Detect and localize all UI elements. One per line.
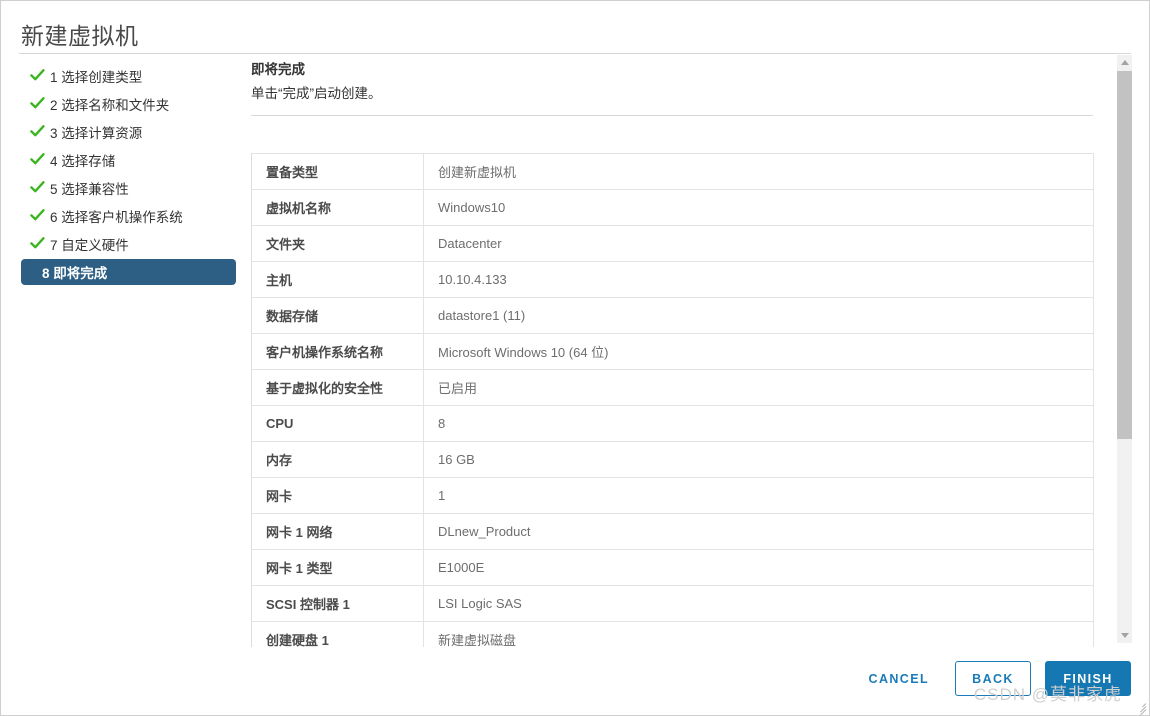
sidebar-step-label: 1 选择创建类型 (50, 69, 143, 85)
row-key: 虚拟机名称 (251, 189, 424, 226)
wizard-step-list: 1 选择创建类型 2 选择名称和文件夹 3 选择计算资源 4 选择存储 5 选择 (21, 63, 236, 288)
check-icon (29, 235, 46, 252)
sidebar-step-label: 5 选择兼容性 (50, 181, 129, 197)
sidebar-step-label: 7 自定义硬件 (50, 237, 129, 253)
table-row: 网卡 1 网络 DLnew_Product (251, 513, 1094, 550)
table-row: 创建硬盘 1 新建虚拟磁盘 (251, 621, 1094, 647)
row-key: 基于虚拟化的安全性 (251, 369, 424, 406)
summary-table-body: 置备类型 创建新虚拟机 虚拟机名称 Windows10 文件夹 Datacent… (251, 153, 1094, 647)
table-row: 基于虚拟化的安全性 已启用 (251, 369, 1094, 406)
pane-divider (251, 115, 1093, 116)
cancel-button[interactable]: CANCEL (857, 661, 941, 696)
table-row: 置备类型 创建新虚拟机 (251, 153, 1094, 190)
sidebar-step-5[interactable]: 5 选择兼容性 (21, 175, 236, 200)
row-key: 网卡 1 类型 (251, 549, 424, 586)
check-icon (29, 179, 46, 196)
row-value: DLnew_Product (423, 513, 1094, 550)
sidebar-step-3[interactable]: 3 选择计算资源 (21, 119, 236, 144)
pane-title: 即将完成 (251, 62, 305, 77)
table-row: CPU 8 (251, 405, 1094, 442)
row-value: 已启用 (423, 369, 1094, 406)
sidebar-step-label: 3 选择计算资源 (50, 125, 143, 141)
row-value: 8 (423, 405, 1094, 442)
row-key: 客户机操作系统名称 (251, 333, 424, 370)
table-row: 内存 16 GB (251, 441, 1094, 478)
table-row: 数据存储 datastore1 (11) (251, 297, 1094, 334)
row-key: 内存 (251, 441, 424, 478)
table-row: 网卡 1 (251, 477, 1094, 514)
table-row: SCSI 控制器 1 LSI Logic SAS (251, 585, 1094, 622)
resize-grip-icon[interactable] (1133, 699, 1147, 715)
table-row: 主机 10.10.4.133 (251, 261, 1094, 298)
check-icon (29, 151, 46, 168)
sidebar-step-label: 6 选择客户机操作系统 (50, 209, 183, 225)
summary-table-scroll-area: 置备类型 创建新虚拟机 虚拟机名称 Windows10 文件夹 Datacent… (251, 153, 1094, 647)
new-virtual-machine-wizard: 新建虚拟机 1 选择创建类型 2 选择名称和文件夹 3 选择计算资源 4 选择存… (0, 0, 1150, 716)
footer-button-group: CANCEL BACK FINISH (857, 661, 1131, 696)
wizard-footer: CANCEL BACK FINISH (1, 649, 1149, 715)
pane-header: 即将完成 单击“完成”启动创建。 (251, 61, 1093, 116)
page-title: 新建虚拟机 (21, 23, 139, 49)
row-value: 新建虚拟磁盘 (423, 621, 1094, 647)
row-value: 创建新虚拟机 (423, 153, 1094, 190)
row-key: 主机 (251, 261, 424, 298)
vertical-scrollbar[interactable] (1117, 55, 1132, 643)
row-value: Windows10 (423, 189, 1094, 226)
row-key: 文件夹 (251, 225, 424, 262)
check-icon (29, 95, 46, 112)
table-row: 客户机操作系统名称 Microsoft Windows 10 (64 位) (251, 333, 1094, 370)
sidebar-step-4[interactable]: 4 选择存储 (21, 147, 236, 172)
sidebar-step-label: 8 即将完成 (42, 266, 108, 281)
back-button[interactable]: BACK (955, 661, 1031, 696)
sidebar-step-8-current[interactable]: 8 即将完成 (21, 259, 236, 285)
check-icon (29, 67, 46, 84)
title-divider (19, 53, 1131, 54)
row-key: 网卡 1 网络 (251, 513, 424, 550)
finish-button[interactable]: FINISH (1045, 661, 1131, 696)
summary-table: 置备类型 创建新虚拟机 虚拟机名称 Windows10 文件夹 Datacent… (251, 153, 1094, 647)
row-value: E1000E (423, 549, 1094, 586)
sidebar-step-7[interactable]: 7 自定义硬件 (21, 231, 236, 256)
row-key: 创建硬盘 1 (251, 621, 424, 647)
row-value: 1 (423, 477, 1094, 514)
row-value: LSI Logic SAS (423, 585, 1094, 622)
row-key: 网卡 (251, 477, 424, 514)
row-value: datastore1 (11) (423, 297, 1094, 334)
scroll-down-arrow-icon[interactable] (1117, 628, 1132, 643)
table-row: 网卡 1 类型 E1000E (251, 549, 1094, 586)
pane-subtitle: 单击“完成”启动创建。 (251, 86, 382, 101)
sidebar-step-label: 4 选择存储 (50, 153, 116, 169)
sidebar-step-6[interactable]: 6 选择客户机操作系统 (21, 203, 236, 228)
row-value: 16 GB (423, 441, 1094, 478)
row-value: Microsoft Windows 10 (64 位) (423, 333, 1094, 370)
row-key: 数据存储 (251, 297, 424, 334)
table-row: 文件夹 Datacenter (251, 225, 1094, 262)
row-key: 置备类型 (251, 153, 424, 190)
scrollbar-thumb[interactable] (1117, 71, 1132, 439)
row-key: CPU (251, 405, 424, 442)
check-icon (29, 123, 46, 140)
row-key: SCSI 控制器 1 (251, 585, 424, 622)
sidebar-step-2[interactable]: 2 选择名称和文件夹 (21, 91, 236, 116)
check-icon (29, 207, 46, 224)
sidebar-step-label: 2 选择名称和文件夹 (50, 97, 170, 113)
table-row: 虚拟机名称 Windows10 (251, 189, 1094, 226)
sidebar-step-1[interactable]: 1 选择创建类型 (21, 63, 236, 88)
scroll-up-arrow-icon[interactable] (1117, 55, 1132, 70)
row-value: Datacenter (423, 225, 1094, 262)
row-value: 10.10.4.133 (423, 261, 1094, 298)
